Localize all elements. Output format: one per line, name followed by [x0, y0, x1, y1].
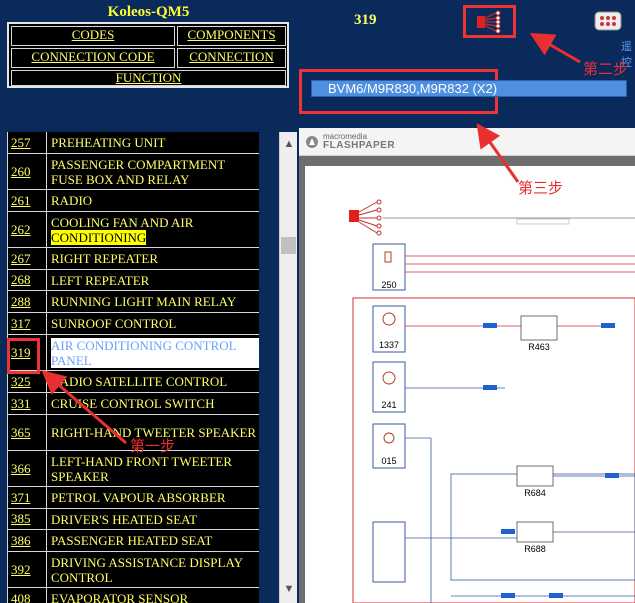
- arrow-step2: [529, 32, 581, 64]
- arrow-step3: [476, 123, 520, 183]
- annotation-step1: 第一步: [130, 437, 176, 455]
- arrow-step1: [41, 370, 127, 445]
- app-window: Koleos-QM5 CODES COMPONENTS CONNECTION C…: [0, 0, 635, 603]
- annotation-arrows: [41, 32, 581, 445]
- annotation-step3: 第三步: [518, 179, 564, 197]
- annotation-step2: 第二步: [583, 60, 629, 78]
